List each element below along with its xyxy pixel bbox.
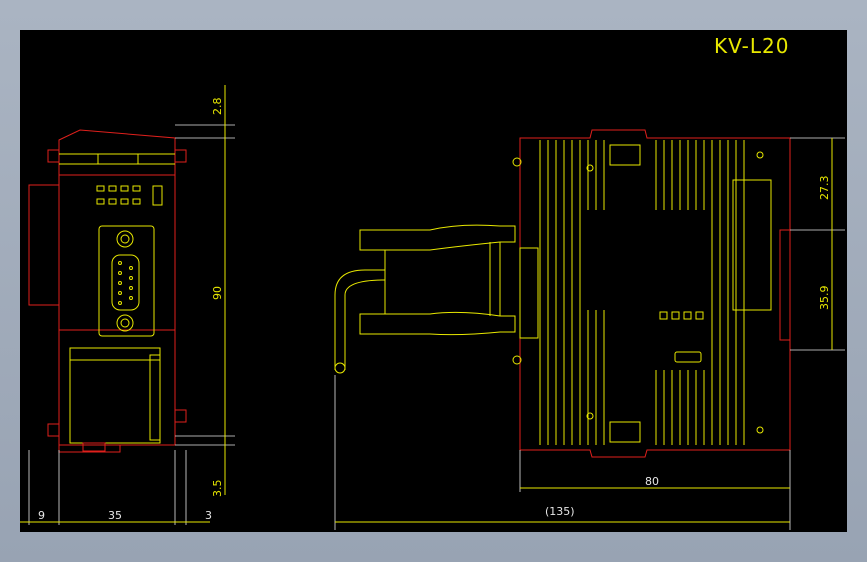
side-housing-outline	[519, 129, 791, 458]
front-view	[28, 129, 187, 453]
right-connector-window	[732, 179, 772, 311]
side-view	[512, 129, 791, 458]
dim-depth: 80	[645, 475, 659, 488]
cooling-fins	[539, 140, 745, 445]
terminal-block	[69, 347, 161, 444]
connector-stub	[519, 247, 539, 339]
db9-pins	[118, 261, 133, 305]
top-label-slot	[97, 153, 139, 165]
dim-right-margin: 3	[205, 509, 212, 522]
status-leds	[96, 185, 163, 206]
dim-overall-depth: (135)	[545, 505, 575, 518]
cad-viewport[interactable]: KV-L20 2.8 90 3.5 9 35 3 27.3 35.9 80 (1…	[20, 30, 847, 532]
front-housing-outline	[58, 129, 176, 446]
dim-left-margin: 9	[38, 509, 45, 522]
dim-height: 90	[211, 286, 224, 300]
dim-lower-section: 35.9	[818, 286, 831, 311]
din-clip	[28, 184, 60, 306]
dim-width: 35	[108, 509, 122, 522]
dim-top-offset: 2.8	[211, 98, 224, 116]
model-title: KV-L20	[714, 34, 789, 58]
db9-connector	[111, 254, 140, 311]
dim-bottom-offset: 3.5	[211, 480, 224, 498]
cad-drawing: KV-L20 2.8 90 3.5 9 35 3 27.3 35.9 80 (1…	[20, 34, 845, 530]
cables	[334, 224, 516, 374]
dim-upper-section: 27.3	[818, 176, 831, 201]
